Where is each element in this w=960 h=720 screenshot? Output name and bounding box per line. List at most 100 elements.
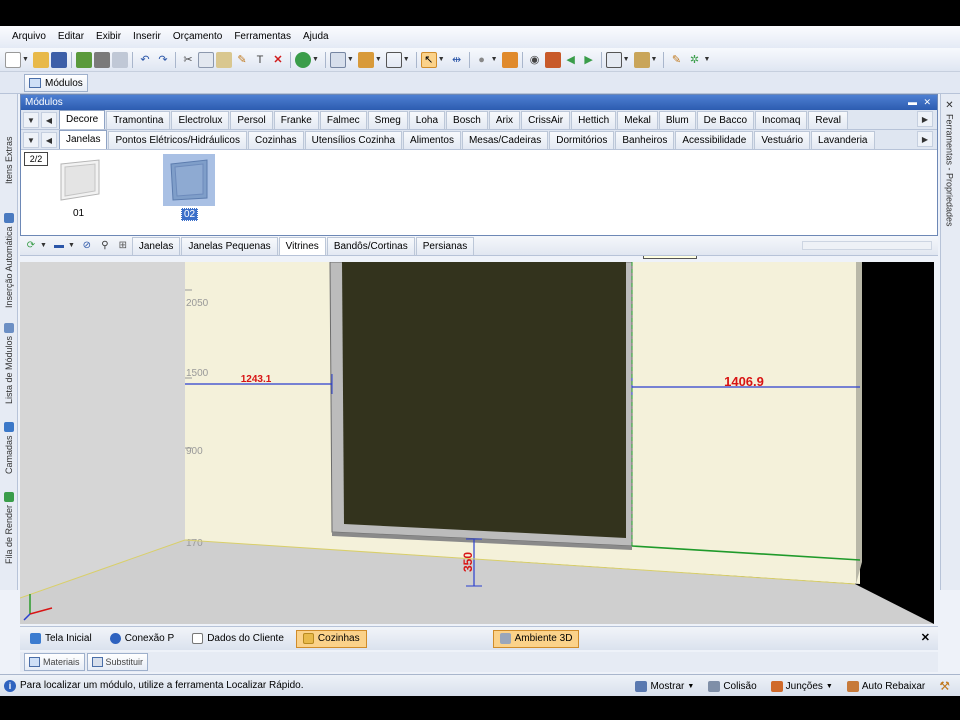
doc-tab-conexao[interactable]: Conexão P	[104, 630, 180, 648]
brand-scroll-right-icon[interactable]: ▶	[917, 111, 933, 127]
dimension-left-value[interactable]: 1243.1	[241, 374, 272, 385]
doc-tab-ambiente-3d[interactable]: Ambiente 3D	[492, 629, 580, 648]
category-tab-janelas[interactable]: Janelas	[59, 130, 108, 149]
find-replace-icon[interactable]: ⊞	[115, 239, 131, 253]
window-glass[interactable]	[342, 262, 626, 538]
left-tab-camadas[interactable]: Camadas	[1, 410, 17, 474]
doc-tab-dados-do-cliente[interactable]: Dados do Cliente	[186, 630, 290, 648]
arrow-right-icon[interactable]: ▶	[581, 52, 597, 68]
window-module-thumbnail-02[interactable]	[163, 154, 215, 206]
link-icon[interactable]: ⊘	[79, 239, 95, 253]
menu-inserir[interactable]: Inserir	[127, 26, 167, 48]
shape-icon[interactable]	[385, 51, 402, 68]
brand-tab-crissair[interactable]: CrissAir	[521, 111, 571, 129]
light-icon[interactable]: ●	[474, 52, 490, 68]
brand-tab-hettich[interactable]: Hettich	[571, 111, 617, 129]
window-dropdown-icon[interactable]: ▼	[623, 56, 630, 63]
subtab-persianas[interactable]: Persianas	[415, 237, 475, 255]
subtab-vitrines[interactable]: Vitrines	[278, 237, 326, 255]
menu-arquivo[interactable]: Arquivo	[6, 26, 52, 48]
category-tab-banheiros[interactable]: Banheiros	[615, 131, 675, 149]
delete-icon[interactable]: ✕	[270, 52, 286, 68]
category-tab-acessibilidade[interactable]: Acessibilidade	[675, 131, 754, 149]
box-dropdown-icon[interactable]: ▼	[651, 56, 658, 63]
category-list-dropdown-icon[interactable]: ▼	[23, 132, 39, 148]
tab-materiais[interactable]: Materiais	[24, 653, 85, 671]
view-icon[interactable]: ◉	[527, 52, 543, 68]
brand-tab-franke[interactable]: Franke	[273, 111, 319, 129]
brand-tab-incomaq[interactable]: Incomaq	[755, 111, 808, 129]
subtab-janelas-pequenas[interactable]: Janelas Pequenas	[181, 237, 278, 255]
measure-icon[interactable]: ⇹	[449, 52, 465, 68]
brush-icon[interactable]: ✎	[234, 52, 250, 68]
mostrar-button[interactable]: Mostrar ▼	[635, 680, 694, 692]
category-tab-lavanderia[interactable]: Lavanderia	[811, 131, 875, 149]
brand-tab-persol[interactable]: Persol	[230, 111, 273, 129]
menu-editar[interactable]: Editar	[52, 26, 90, 48]
left-tab-lista-de-modulos[interactable]: Lista de Módulos	[1, 314, 17, 404]
module-label-01[interactable]: 01	[73, 208, 84, 219]
refresh-dropdown-icon[interactable]: ▼	[40, 242, 47, 249]
right-tab-ferramentas-propriedades[interactable]: ✕ Ferramentas - Propriedades	[944, 100, 955, 227]
category-tab-alimentos[interactable]: Alimentos	[403, 131, 461, 149]
left-tab-itens-extras[interactable]: Itens Extras	[1, 114, 17, 184]
refresh-icon[interactable]: ⟳	[23, 239, 39, 253]
brand-tab-arix[interactable]: Arix	[488, 111, 521, 129]
brand-tab-tramontina[interactable]: Tramontina	[106, 111, 171, 129]
left-tab-fila-de-render[interactable]: Fila de Render	[1, 480, 17, 564]
tools-wrench-icon[interactable]: ⚒	[939, 679, 950, 693]
arrow-left-icon[interactable]: ◀	[563, 52, 579, 68]
catalog-icon[interactable]	[75, 51, 92, 68]
stairs-icon[interactable]	[357, 51, 374, 68]
layout-icon[interactable]	[329, 51, 346, 68]
binoculars-icon[interactable]: ⚲	[97, 239, 113, 253]
globe-dropdown-icon[interactable]: ▼	[312, 56, 319, 63]
doc-tab-tela-inicial[interactable]: Tela Inicial	[24, 630, 98, 648]
category-tab-utensilios-cozinha[interactable]: Utensílios Cozinha	[304, 131, 403, 149]
brand-tab-electrolux[interactable]: Electrolux	[171, 111, 230, 129]
brand-tab-loha[interactable]: Loha	[408, 111, 446, 129]
save-icon[interactable]	[50, 51, 67, 68]
layout-dropdown-icon[interactable]: ▼	[347, 56, 354, 63]
left-tab-insercao-automatica[interactable]: Inserção Automática	[1, 190, 17, 308]
undo-icon[interactable]: ↶	[137, 52, 153, 68]
menu-orcamento[interactable]: Orçamento	[167, 26, 228, 48]
category-scroll-right-icon[interactable]: ▶	[917, 131, 933, 147]
brand-tab-bosch[interactable]: Bosch	[446, 111, 488, 129]
close-document-icon[interactable]: ✕	[921, 631, 930, 644]
category-tab-pontos-eletricos[interactable]: Pontos Elétricos/Hidráulicos	[108, 131, 247, 149]
select-icon[interactable]: ↖	[420, 51, 437, 68]
auto-rebaixar-toggle[interactable]: Auto Rebaixar	[846, 680, 925, 692]
doc-tab-cozinhas[interactable]: Cozinhas	[295, 629, 367, 648]
subtab-bandos-cortinas[interactable]: Bandôs/Cortinas	[326, 237, 415, 255]
box-icon[interactable]	[633, 51, 650, 68]
line-tool-icon[interactable]: ▬	[51, 239, 67, 253]
format-icon[interactable]: T	[252, 52, 268, 68]
menu-exibir[interactable]: Exibir	[90, 26, 127, 48]
settings-dropdown-icon[interactable]: ▼	[703, 56, 710, 63]
grid-icon[interactable]	[501, 51, 518, 68]
shape-dropdown-icon[interactable]: ▼	[403, 56, 410, 63]
brand-tab-mekal[interactable]: Mekal	[617, 111, 658, 129]
print-icon[interactable]	[93, 51, 110, 68]
paste-icon[interactable]	[215, 51, 232, 68]
stairs-dropdown-icon[interactable]: ▼	[375, 56, 382, 63]
brand-tab-falmec[interactable]: Falmec	[319, 111, 367, 129]
paint-icon[interactable]	[544, 51, 561, 68]
globe-icon[interactable]	[294, 51, 311, 68]
brand-tab-smeg[interactable]: Smeg	[367, 111, 408, 129]
brand-scroll-left-icon[interactable]: ◀	[41, 112, 57, 128]
brand-tab-decore[interactable]: Decore	[59, 110, 106, 129]
light-dropdown-icon[interactable]: ▼	[491, 56, 498, 63]
juncoes-button[interactable]: Junções ▼	[770, 680, 833, 692]
open-icon[interactable]	[32, 51, 49, 68]
panel-window-buttons[interactable]: ▬ ✕	[908, 95, 933, 110]
line-tool-dropdown-icon[interactable]: ▼	[68, 242, 75, 249]
dimension-vertical-value[interactable]: 350	[461, 552, 475, 572]
window-module-thumbnail-01[interactable]	[55, 154, 107, 206]
colisao-toggle[interactable]: Colisão	[708, 680, 757, 692]
preview-icon[interactable]	[111, 51, 128, 68]
brand-tab-blum[interactable]: Blum	[658, 111, 696, 129]
brand-list-dropdown-icon[interactable]: ▼	[23, 112, 39, 128]
menu-ajuda[interactable]: Ajuda	[297, 26, 335, 48]
